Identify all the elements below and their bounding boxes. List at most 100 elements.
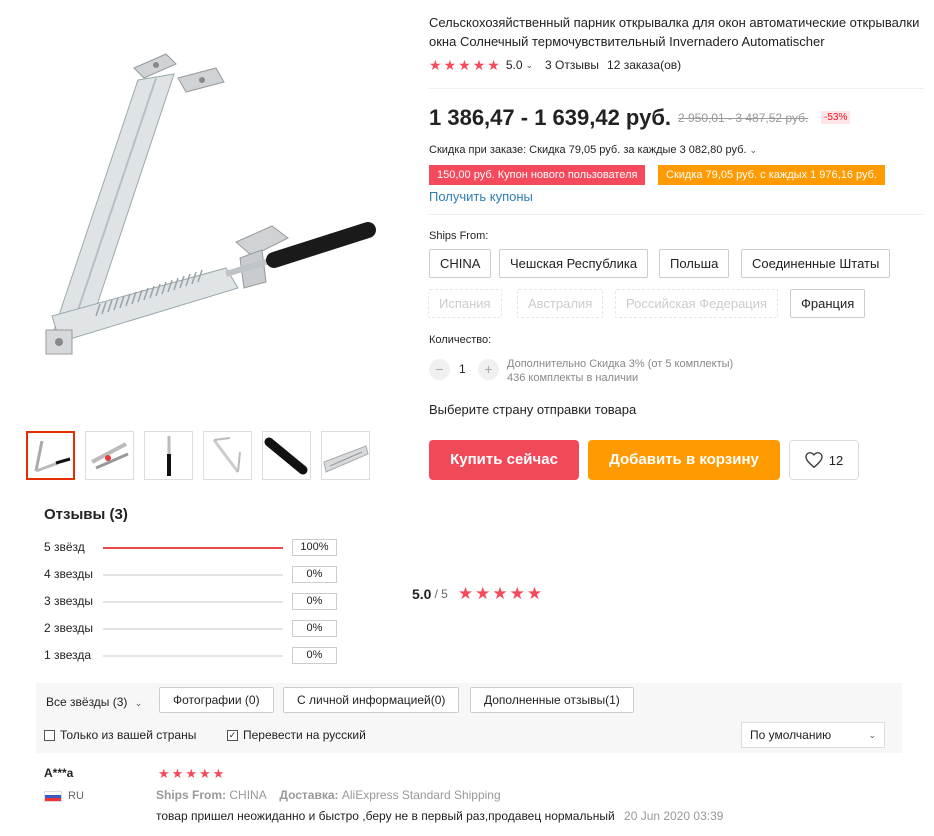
thumbnail-2[interactable] <box>85 431 134 480</box>
ships-from-option-disabled: Российская Федерация <box>615 289 779 318</box>
quantity-minus-button[interactable]: − <box>429 359 450 380</box>
reviewer-name: A***a <box>44 766 74 780</box>
divider <box>429 214 924 215</box>
rating-bar-percent: 0% <box>292 593 337 610</box>
review-stars: ★ ★ ★ ★ ★ <box>158 767 224 781</box>
review-body: товар пришел неожиданно и быстро ,беру н… <box>156 809 615 823</box>
review-text: товар пришел неожиданно и быстро ,беру н… <box>156 809 723 823</box>
star-icon: ★ <box>458 57 471 73</box>
translate-option[interactable]: ✓ Перевести на русский <box>227 728 366 742</box>
checkbox-checked[interactable]: ✓ <box>227 729 238 741</box>
only-your-country-option[interactable]: Только из вашей страны <box>44 728 196 742</box>
sort-select[interactable]: По умолчанию ⌄ <box>741 722 885 748</box>
average-stars: ★ ★ ★ ★ ★ <box>457 584 542 603</box>
thumbnail-3[interactable] <box>144 431 193 480</box>
average-max: / 5 <box>434 587 448 601</box>
rating-bar-track <box>103 628 283 630</box>
rating-bar-label: 5 звёзд <box>44 540 85 554</box>
chevron-down-icon[interactable]: ⌄ <box>526 60 534 71</box>
ships-from-meta-label: Ships From: <box>156 788 227 802</box>
rating-bar-row[interactable]: 1 звезда 0% <box>44 647 344 665</box>
rating-bar-track <box>103 547 283 549</box>
rating-bar-row[interactable]: 4 звезды 0% <box>44 566 344 584</box>
rating-bar-track <box>103 574 283 576</box>
rating-score[interactable]: 5.0 <box>506 58 523 72</box>
with-info-filter-button[interactable]: С личной информацией(0) <box>283 687 460 713</box>
choose-country-hint: Выберите страну отправки товара <box>429 402 637 417</box>
chevron-down-icon: ⌄ <box>868 730 876 740</box>
ships-from-option[interactable]: Чешская Республика <box>499 249 649 278</box>
rating-bar-track <box>103 601 283 603</box>
average-score: 5.0 <box>412 586 432 602</box>
ships-from-option[interactable]: Франция <box>790 289 866 318</box>
order-discount-info[interactable]: Скидка при заказе: Скидка 79,05 руб. за … <box>429 144 757 156</box>
thumbnail-6[interactable] <box>321 431 370 480</box>
country-code: RU <box>68 790 84 802</box>
star-icon: ★ <box>443 57 457 73</box>
rating-bar-label: 4 звезды <box>44 567 94 581</box>
star-icon: ★ <box>492 584 508 603</box>
quantity-plus-button[interactable]: + <box>478 359 499 380</box>
ships-from-label: Ships From: <box>429 230 489 242</box>
translate-label: Перевести на русский <box>243 728 366 742</box>
only-your-country-label: Только из вашей страны <box>60 728 197 742</box>
quantity-info: Дополнительно Скидка 3% (от 5 комплекты)… <box>507 357 733 385</box>
quantity-label: Количество: <box>429 334 492 346</box>
photos-filter-button[interactable]: Фотографии (0) <box>159 687 274 713</box>
rating-bar-row[interactable]: 5 звёзд 100% <box>44 539 344 557</box>
orders-count: 12 заказа(ов) <box>607 58 682 72</box>
sort-value: По умолчанию <box>750 728 832 742</box>
delivery-meta-label: Доставка: <box>279 788 339 802</box>
star-icon: ★ <box>171 766 184 781</box>
quantity-value[interactable]: 1 <box>459 362 466 376</box>
main-product-image <box>26 20 398 410</box>
star-icon: ★ <box>487 57 500 73</box>
thumbnail-5[interactable] <box>262 431 311 480</box>
add-to-cart-button[interactable]: Добавить в корзину <box>588 440 780 480</box>
review-filter-bar: Все звёзды (3) ⌄ Фотографии (0) С личной… <box>36 683 902 753</box>
star-icon: ★ <box>185 766 197 781</box>
average-rating: 5.0 / 5 ★ ★ ★ ★ ★ <box>412 584 542 603</box>
product-price: 1 386,47 - 1 639,42 руб. <box>429 105 672 130</box>
reviewer-country: RU <box>44 790 84 802</box>
heart-icon <box>805 452 823 468</box>
wishlist-count: 12 <box>828 452 844 468</box>
all-stars-filter[interactable]: Все звёзды (3) ⌄ <box>46 693 142 712</box>
thumbnail-1[interactable] <box>26 431 75 480</box>
reviews-count-link[interactable]: 3 Отзывы <box>545 58 599 72</box>
thumbnail-4[interactable] <box>203 431 252 480</box>
rating-bar-percent: 0% <box>292 566 337 583</box>
store-discount-coupon[interactable]: Скидка 79,05 руб. с каждых 1 976,16 руб. <box>658 165 885 185</box>
wishlist-button[interactable]: 12 <box>789 440 859 480</box>
review-meta: Ships From: CHINA Доставка: AliExpress S… <box>156 788 501 802</box>
star-icon: ★ <box>158 766 170 781</box>
star-icon: ★ <box>509 584 525 603</box>
extra-discount-text: Дополнительно Скидка 3% (от 5 комплекты) <box>507 358 734 370</box>
product-title: Сельскохозяйственный парник открывалка д… <box>429 15 920 49</box>
new-user-coupon[interactable]: 150,00 руб. Купон нового пользователя <box>429 165 646 185</box>
rating-bar-row[interactable]: 3 звезды 0% <box>44 593 344 611</box>
ships-from-option[interactable]: Соединенные Штаты <box>741 249 891 278</box>
review-date: 20 Jun 2020 03:39 <box>624 809 724 823</box>
chevron-down-icon: ⌄ <box>134 698 143 708</box>
reviews-title: Отзывы (3) <box>44 506 128 523</box>
discount-badge: -53% <box>821 111 851 124</box>
ships-from-option[interactable]: Польша <box>659 249 730 278</box>
thumbnail-strip <box>26 431 370 480</box>
buy-now-button[interactable]: Купить сейчас <box>429 440 579 480</box>
rating-bar-label: 2 звезды <box>44 621 94 635</box>
ships-from-option-disabled: Австралия <box>517 289 604 318</box>
ships-from-option[interactable]: CHINA <box>429 249 492 278</box>
star-icon: ★ <box>457 584 474 603</box>
star-icon: ★ <box>429 57 442 73</box>
divider <box>429 88 924 89</box>
get-coupons-link[interactable]: Получить купоны <box>429 189 533 204</box>
star-icon: ★ <box>198 766 211 781</box>
all-stars-label: Все звёзды (3) <box>46 695 128 709</box>
rating-bar-label: 1 звезда <box>44 648 92 662</box>
rating-bar-row[interactable]: 2 звезды 0% <box>44 620 344 638</box>
checkbox-unchecked[interactable] <box>44 729 55 741</box>
rating-bar-percent: 100% <box>292 539 337 556</box>
rating-bar-percent: 0% <box>292 620 337 637</box>
additional-reviews-filter-button[interactable]: Дополненные отзывы(1) <box>470 687 634 713</box>
